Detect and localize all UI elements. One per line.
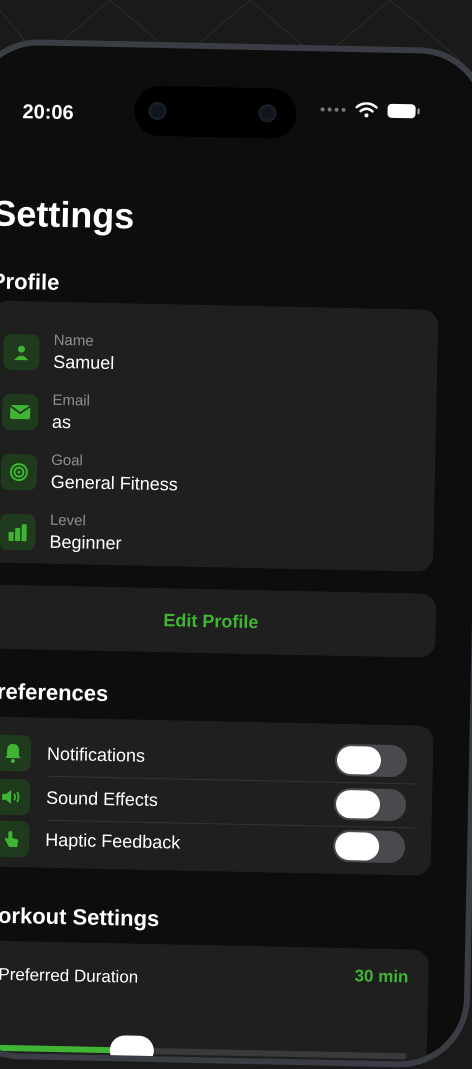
notifications-label: Notifications (46, 743, 146, 766)
haptic-feedback-label: Haptic Feedback (45, 829, 181, 853)
speaker-icon (0, 778, 31, 816)
profile-level-row[interactable]: Level Beginner (0, 511, 122, 556)
name-value: Samuel (53, 351, 115, 374)
bar-chart-icon (0, 513, 37, 551)
profile-card: Name Samuel Email as Goal General Fitnes… (0, 300, 439, 572)
name-label: Name (53, 331, 94, 350)
battery-icon (387, 103, 416, 119)
profile-email-row[interactable]: Email as (1, 391, 91, 435)
hand-tap-icon (0, 820, 30, 858)
status-icons (320, 101, 416, 119)
duration-slider[interactable] (0, 1035, 407, 1063)
dynamic-island (133, 85, 298, 139)
signal-icon (320, 107, 346, 112)
notifications-toggle[interactable] (334, 743, 408, 778)
bell-icon (0, 734, 32, 772)
goal-value: General Fitness (50, 471, 178, 495)
camera-icon (148, 101, 167, 121)
preferences-card: Notifications Sound Effects Haptic Feedb… (0, 716, 434, 876)
target-icon (0, 453, 38, 491)
page-title: Settings (0, 192, 135, 237)
preferences-section-title: Preferences (0, 678, 109, 707)
status-time: 20:06 (22, 101, 74, 125)
workout-card: Preferred Duration 30 min (0, 940, 430, 1063)
toggle-knob (336, 745, 382, 775)
email-value: as (51, 411, 72, 433)
email-label: Email (52, 391, 91, 410)
level-value: Beginner (49, 531, 122, 554)
profile-goal-row[interactable]: Goal General Fitness (0, 451, 178, 497)
toggle-knob (335, 789, 381, 819)
profile-section-title: Profile (0, 268, 60, 295)
notifications-row: Notifications (0, 734, 425, 780)
sensor-icon (258, 104, 277, 123)
preferred-duration-value: 30 min (354, 966, 409, 987)
preferred-duration-label: Preferred Duration (0, 964, 139, 987)
wifi-icon (355, 102, 378, 118)
sound-effects-label: Sound Effects (45, 787, 159, 810)
workout-settings-section-title: Workout Settings (0, 902, 160, 932)
sound-effects-row: Sound Effects (0, 778, 424, 824)
envelope-icon (1, 393, 39, 431)
level-label: Level (49, 511, 86, 530)
phone-screen: 20:06 Settings Profile Name Samuel Email… (0, 44, 472, 1063)
person-icon (3, 333, 40, 371)
profile-name-row[interactable]: Name Samuel (3, 331, 115, 375)
phone-frame: 20:06 Settings Profile Name Samuel Email… (0, 38, 472, 1069)
sound-effects-toggle[interactable] (333, 787, 407, 822)
slider-knob[interactable] (109, 1035, 155, 1063)
haptic-feedback-row: Haptic Feedback (0, 820, 424, 866)
toggle-knob (334, 831, 380, 861)
haptic-feedback-toggle[interactable] (332, 829, 406, 864)
edit-profile-button[interactable]: Edit Profile (0, 584, 437, 658)
